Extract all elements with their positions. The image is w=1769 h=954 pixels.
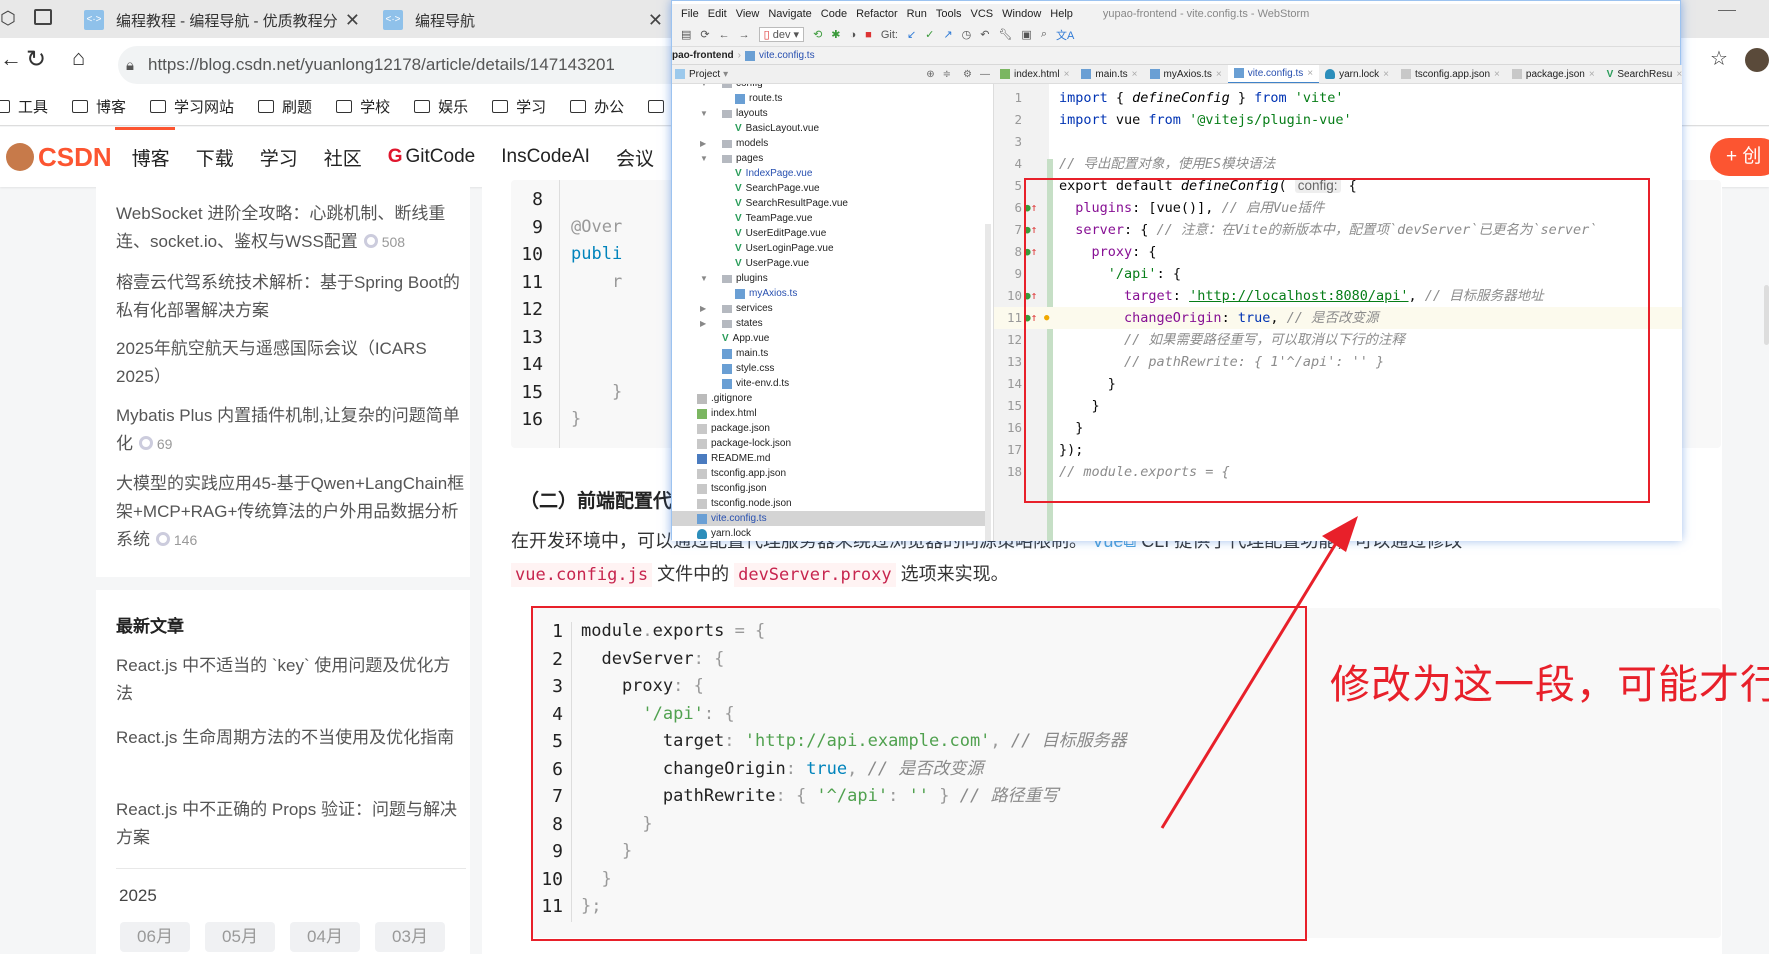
annotation-arrow <box>1160 516 1358 829</box>
arrow-line <box>1160 539 1340 829</box>
annotation-text: 修改为这一段，可能才行 <box>1330 663 1769 707</box>
arrow-head <box>1322 516 1358 552</box>
